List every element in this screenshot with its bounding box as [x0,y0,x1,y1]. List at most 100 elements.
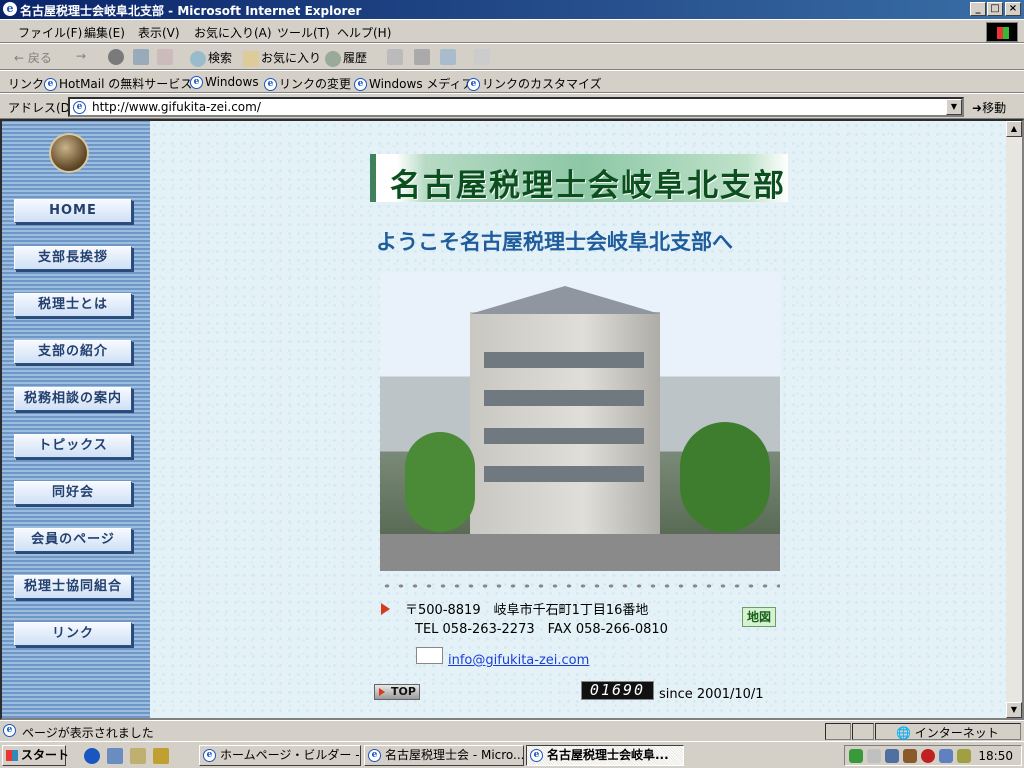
phone-fax: TEL 058-263-2273 FAX 058-266-0810 [415,622,668,637]
nav-about-tax-accountant[interactable]: 税理士とは [14,293,132,317]
go-button[interactable]: ➜移動 [972,99,1006,116]
scroll-down-icon[interactable]: ▼ [1006,702,1022,718]
menu-edit[interactable]: 編集(E) [84,24,125,41]
top-button[interactable]: TOP [374,684,420,700]
ie-page-icon: e [530,749,543,762]
address-input[interactable]: e http://www.gifukita-zei.com/ [68,97,964,117]
address-label: アドレス(D) [8,101,75,115]
quicklaunch-desktop-icon[interactable] [130,748,146,764]
nav-cooperative[interactable]: 税理士協同組合 [14,575,132,599]
menu-file[interactable]: ファイル(F) [18,24,82,41]
quicklaunch-ie-icon[interactable] [84,748,100,764]
print-icon[interactable] [414,49,432,65]
envelope-icon [416,647,443,664]
mail-icon[interactable] [387,49,405,65]
links-label: リンク [8,77,45,91]
home-icon[interactable] [157,49,175,65]
ie-page-icon: e [368,749,381,762]
nav-links[interactable]: リンク [14,622,132,646]
link-windows[interactable]: e Windows [190,75,259,89]
tray-icon[interactable] [885,749,899,763]
menu-favorites[interactable]: お気に入り(A) [194,24,272,41]
back-button[interactable]: ← 戻る [14,49,52,66]
window-title: 名古屋税理士会岐阜北支部 - Microsoft Internet Explor… [20,4,362,18]
volume-icon[interactable] [867,749,881,763]
ie-logo-icon: e [3,2,17,16]
favorites-button[interactable]: お気に入り [243,49,321,67]
task-ie-window-active[interactable]: e 名古屋税理士会岐阜... [526,745,684,766]
link-windows-media[interactable]: e Windows メディア [354,75,474,92]
refresh-icon[interactable] [133,49,151,65]
links-bar: リンク e HotMail の無料サービス e Windows e リンクの変更 eW… [0,70,1024,93]
status-bar: e ページが表示されました 🌐 インターネット [0,720,1024,741]
tray-icon[interactable] [939,749,953,763]
nav-tax-consultation[interactable]: 税務相談の案内 [14,387,132,411]
page-viewport: HOME 支部長挨拶 税理士とは 支部の紹介 税務相談の案内 トピックス 同好会… [0,119,1024,720]
internet-zone: 🌐 インターネット [896,726,999,740]
address-bar: アドレス(D) e http://www.gifukita-zei.com/ ▼… [0,93,1024,119]
go-arrow-icon: ➜ [972,101,983,115]
discuss-icon[interactable] [474,49,492,65]
app-icon: e [203,749,216,762]
start-button[interactable]: スタート [2,745,69,766]
scroll-up-icon[interactable]: ▲ [1006,121,1022,137]
nav-home[interactable]: HOME [14,199,132,223]
menu-view[interactable]: 表示(V) [138,24,180,41]
ie-page-icon: e [190,76,203,89]
nav-topics[interactable]: トピックス [14,434,132,458]
site-banner: 名古屋税理士会岐阜北支部 [370,154,788,204]
email-link[interactable]: info@gifukita-zei.com [448,653,589,668]
menu-tools[interactable]: ツール(T) [277,24,330,41]
quicklaunch-media-icon[interactable] [153,748,169,764]
task-ie-window-1[interactable]: e 名古屋税理士会 - Micro... [364,745,524,766]
forward-button[interactable]: → [76,49,86,63]
history-icon [325,50,341,67]
address-dropdown-icon[interactable]: ▼ [946,99,962,115]
globe-icon: 🌐 [896,726,911,740]
tray-icon[interactable] [957,749,971,763]
link-customize[interactable]: e リンクのカスタマイズ [467,75,602,92]
window-titlebar[interactable]: e 名古屋税理士会岐阜北支部 - Microsoft Internet Expl… [0,0,1024,19]
vertical-scrollbar[interactable]: ▲ ▼ [1006,121,1022,718]
site-logo [49,133,89,173]
stop-icon[interactable] [108,49,126,65]
history-button[interactable]: 履歴 [325,49,367,67]
counter-since: since 2001/10/1 [659,687,764,702]
nav-greeting[interactable]: 支部長挨拶 [14,246,132,270]
clock: 18:50 [978,749,1013,763]
nav-clubs[interactable]: 同好会 [14,481,132,505]
menu-bar: ファイル(F) 編集(E) 表示(V) お気に入り(A) ツール(T) ヘルプ(… [0,19,1024,43]
tray-icon[interactable] [921,749,935,763]
ie-page-icon: e [264,78,277,91]
tray-icon[interactable] [849,749,863,763]
ie-page-icon: e [73,101,86,114]
status-text: ページが表示されました [22,726,154,740]
office-building-photo [380,272,780,571]
close-button[interactable]: × [1005,2,1021,16]
nav-members[interactable]: 会員のページ [14,528,132,552]
search-button[interactable]: 検索 [190,49,232,67]
windows-flag-icon [986,22,1018,42]
link-change-links[interactable]: e リンクの変更 [264,75,351,92]
visitor-counter: 01690 [581,681,654,700]
menu-help[interactable]: ヘルプ(H) [337,24,391,41]
search-icon [190,50,206,67]
edit-icon[interactable] [440,49,458,65]
red-arrow-icon [381,603,390,615]
system-tray: 18:50 [844,745,1022,766]
map-button[interactable]: 地図 [742,607,776,627]
ie-page-icon: e [44,78,57,91]
maximize-button[interactable]: □ [987,2,1003,16]
quicklaunch-outlook-icon[interactable] [107,748,123,764]
main-content: 名古屋税理士会岐阜北支部 ようこそ名古屋税理士会岐阜北支部へ 〒500-8819… [150,121,1006,718]
postal-address: 〒500-8819 岐阜市千石町1丁目16番地 [405,603,649,618]
minimize-button[interactable]: _ [970,2,986,16]
standard-toolbar: ← 戻る → 検索 お気に入り 履歴 [0,43,1024,70]
nav-branch-intro[interactable]: 支部の紹介 [14,340,132,364]
ie-page-icon: e [354,78,367,91]
tray-icon[interactable] [903,749,917,763]
link-hotmail[interactable]: e HotMail の無料サービス [44,75,192,92]
taskbar: スタート eホームページ・ビルダー - [i... e名古屋税理士会 - Mic… [0,741,1024,768]
task-homepage-builder[interactable]: eホームページ・ビルダー - [i... [199,745,361,766]
ie-page-icon: e [467,78,480,91]
